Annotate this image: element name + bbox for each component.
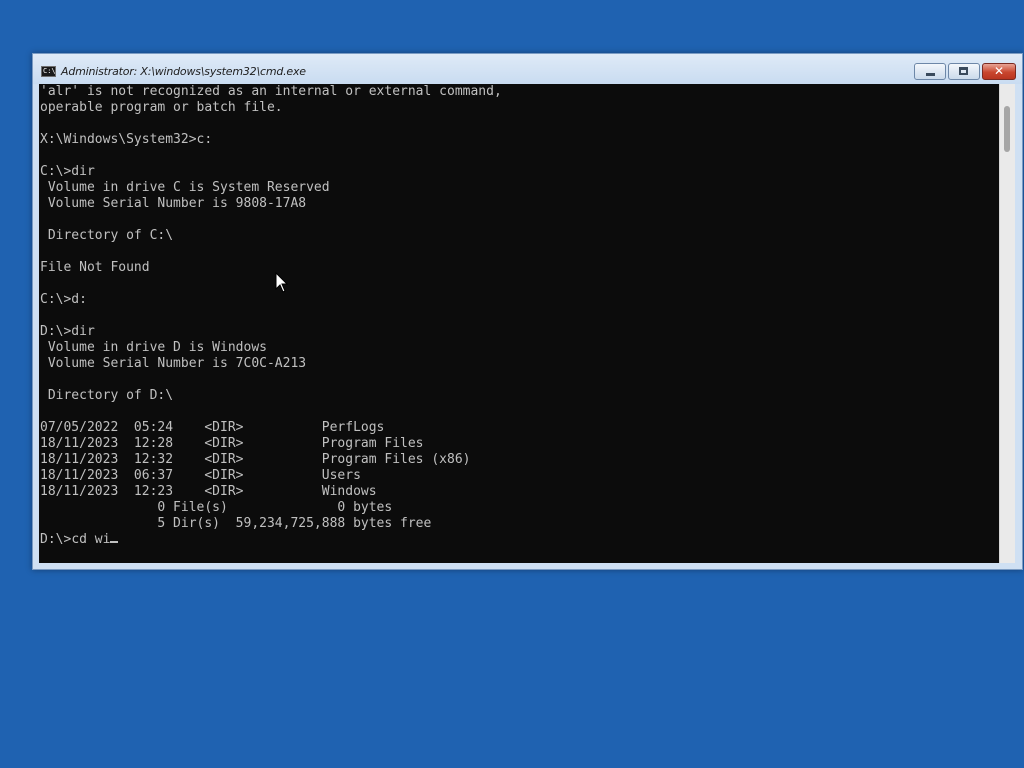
window-title: Administrator: X:\windows\system32\cmd.e… (61, 65, 306, 78)
cmd-icon[interactable]: C:\ (41, 66, 56, 77)
text-cursor (110, 541, 119, 543)
maximize-button[interactable] (948, 63, 980, 80)
command-line[interactable]: D:\>cd wi (40, 532, 999, 548)
maximize-icon (959, 67, 968, 75)
scrollbar-thumb[interactable] (1004, 106, 1010, 152)
title-bar[interactable]: C:\ Administrator: X:\windows\system32\c… (33, 54, 1022, 84)
console-output-area[interactable]: 'alr' is not recognized as an internal o… (39, 84, 999, 563)
cmd-window[interactable]: C:\ Administrator: X:\windows\system32\c… (32, 53, 1023, 570)
close-icon: ✕ (993, 64, 1005, 78)
console-prompt: D:\> (40, 532, 72, 547)
console-text: 'alr' is not recognized as an internal o… (39, 84, 999, 548)
command-input[interactable]: cd wi (71, 532, 110, 547)
minimize-button[interactable] (914, 63, 946, 80)
vertical-scrollbar[interactable] (999, 84, 1015, 563)
close-button[interactable]: ✕ (982, 63, 1016, 80)
console-history: 'alr' is not recognized as an internal o… (40, 84, 502, 531)
cmd-icon-label: C:\ (43, 67, 56, 75)
minimize-icon (926, 73, 935, 76)
mouse-pointer-icon (275, 272, 289, 293)
